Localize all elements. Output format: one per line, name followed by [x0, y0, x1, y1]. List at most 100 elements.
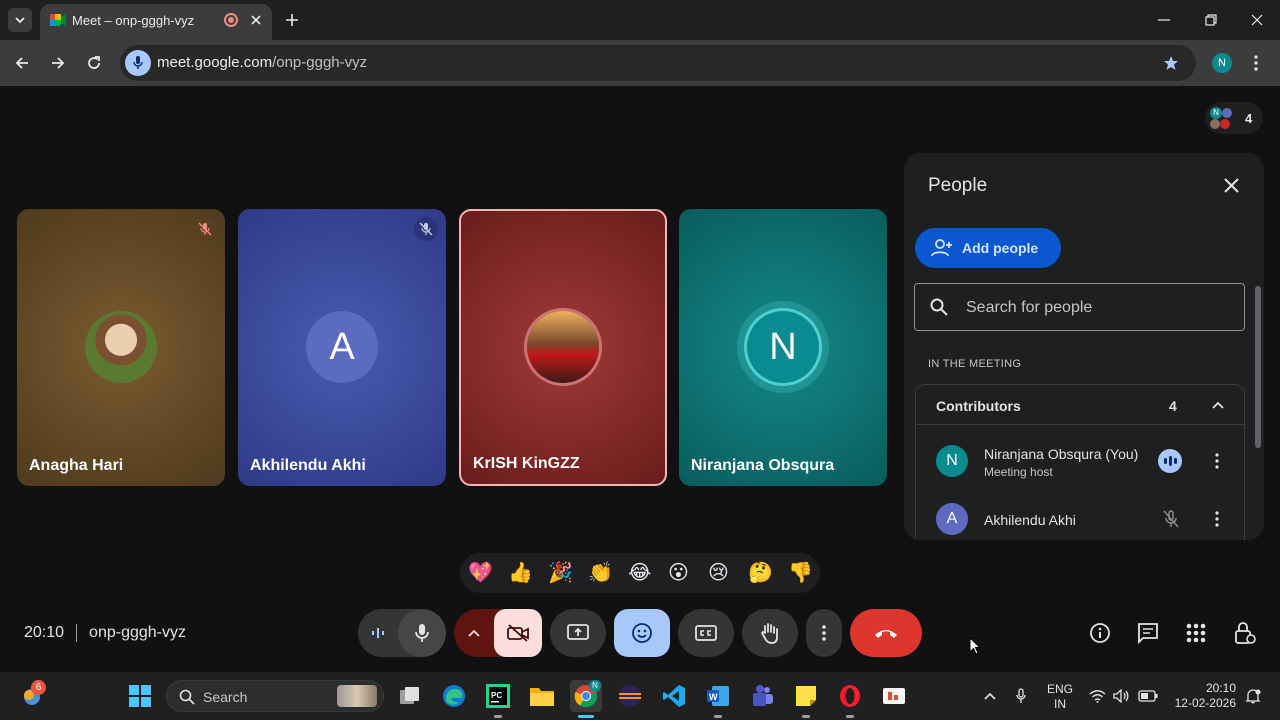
input-language-indicator[interactable]: ENG IN — [1043, 682, 1077, 712]
person-add-icon — [931, 239, 952, 257]
camera-control-group — [454, 609, 542, 657]
reaction-button[interactable]: 😮 — [668, 560, 689, 585]
pycharm-app[interactable]: PC — [482, 680, 514, 712]
camera-button[interactable] — [494, 609, 542, 657]
close-window-icon[interactable] — [1251, 14, 1263, 26]
more-options-button[interactable] — [806, 609, 842, 657]
reaction-button[interactable]: 👍 — [508, 560, 533, 585]
participant-tile[interactable]: N Niranjana Obsqura — [679, 209, 887, 486]
present-screen-icon — [567, 624, 589, 640]
mic-off-icon — [419, 222, 433, 236]
reaction-button[interactable]: 👏 — [588, 560, 613, 585]
sticky-notes-app[interactable] — [790, 680, 822, 712]
mic-button[interactable] — [398, 609, 446, 657]
participant-tile[interactable]: Anagha Hari — [17, 209, 225, 486]
show-hidden-icons-icon[interactable] — [984, 692, 996, 700]
camera-options-button[interactable] — [454, 609, 494, 657]
panel-title: People — [928, 175, 988, 196]
participant-name: Niranjana Obsqura — [691, 457, 835, 474]
taskbar-search-box[interactable]: Search — [166, 680, 384, 712]
leave-call-button[interactable] — [850, 609, 922, 657]
wifi-icon[interactable] — [1089, 689, 1106, 703]
host-controls-icon[interactable] — [1234, 621, 1256, 645]
member-row[interactable]: A Akhilendu Akhi — [916, 493, 1246, 540]
meeting-time: 20:10 — [24, 624, 65, 641]
eclipse-app[interactable] — [614, 680, 646, 712]
browser-tab-active[interactable]: Meet – onp-gggh-vyz — [40, 4, 272, 40]
edge-icon — [443, 685, 465, 707]
participant-tile-speaking[interactable]: KrISH KinGZZ — [459, 209, 667, 486]
forward-icon[interactable] — [50, 55, 66, 71]
raise-hand-button[interactable] — [742, 609, 798, 657]
opera-app[interactable] — [834, 680, 866, 712]
more-options-icon[interactable] — [1215, 453, 1219, 469]
close-panel-icon[interactable] — [1224, 178, 1239, 193]
notifications-icon[interactable] — [1245, 688, 1261, 704]
participants-chip[interactable]: N 4 — [1205, 102, 1263, 134]
reaction-button[interactable]: 👎 — [788, 560, 813, 585]
word-app[interactable]: W — [702, 680, 734, 712]
teams-app[interactable] — [746, 680, 778, 712]
clock[interactable]: 20:10 12-02-2026 — [1172, 681, 1236, 711]
group-label: Contributors — [936, 398, 1021, 414]
muted-badge — [414, 217, 438, 241]
contributors-header[interactable]: Contributors 4 — [916, 385, 1246, 425]
minimize-icon[interactable] — [1158, 19, 1170, 21]
activities-icon[interactable] — [1186, 623, 1206, 643]
file-explorer-app[interactable] — [526, 680, 558, 712]
captions-button[interactable] — [678, 609, 734, 657]
meeting-details-icon[interactable] — [1089, 622, 1111, 644]
member-row[interactable]: N Niranjana Obsqura (You) Meeting host — [916, 435, 1246, 487]
chrome-profile-badge: N — [589, 680, 601, 692]
profile-avatar[interactable]: N — [1212, 53, 1232, 73]
vscode-app[interactable] — [658, 680, 690, 712]
address-bar[interactable]: meet.google.com/onp-gggh-vyz — [120, 45, 1196, 81]
participant-mini-avatar: N — [1210, 107, 1222, 119]
member-avatar: N — [936, 445, 968, 477]
audio-settings-button[interactable] — [358, 609, 398, 657]
add-people-button[interactable]: Add people — [915, 228, 1061, 268]
search-people-input[interactable]: Search for people — [914, 283, 1245, 331]
panel-scrollbar[interactable] — [1255, 286, 1261, 448]
volume-icon[interactable] — [1113, 689, 1130, 703]
reaction-button[interactable]: 😢 — [708, 560, 729, 585]
meet-page: N 4 Anagha Hari A Akhilendu Akhi KrISH K… — [0, 86, 1280, 672]
bookmark-star-icon[interactable] — [1163, 55, 1179, 71]
word-icon: W — [707, 686, 729, 706]
meet-favicon-icon — [50, 13, 66, 27]
reaction-button[interactable]: 🤔 — [748, 560, 773, 585]
participant-tile[interactable]: A Akhilendu Akhi — [238, 209, 446, 486]
tab-search-button[interactable] — [8, 8, 32, 32]
microphone-in-use-icon[interactable] — [1015, 688, 1027, 704]
reactions-button[interactable] — [614, 609, 670, 657]
close-tab-icon[interactable] — [250, 14, 262, 26]
edge-app[interactable] — [438, 680, 470, 712]
svg-text:PC: PC — [491, 691, 502, 700]
search-icon — [930, 298, 948, 316]
reaction-button[interactable]: 💖 — [468, 560, 493, 585]
site-mic-permission-icon[interactable] — [125, 50, 151, 76]
new-tab-icon[interactable] — [285, 13, 299, 27]
reaction-button[interactable]: 😂 — [628, 560, 651, 585]
windows-taskbar: 6 Search PC N W ENG IN 20:10 12-02-2026 — [0, 672, 1280, 720]
reaction-button[interactable]: 🎉 — [548, 560, 573, 585]
restore-icon[interactable] — [1205, 14, 1217, 26]
battery-icon[interactable] — [1138, 690, 1158, 702]
start-button[interactable] — [124, 680, 156, 712]
browser-menu-icon[interactable] — [1254, 55, 1258, 71]
chevron-up-icon[interactable] — [1212, 401, 1224, 409]
task-view-button[interactable] — [394, 680, 426, 712]
meeting-code: onp-gggh-vyz — [89, 624, 186, 641]
more-options-icon[interactable] — [1215, 511, 1219, 527]
reactions-bar: 💖 👍 🎉 👏 😂 😮 😢 🤔 👎 — [460, 553, 820, 593]
present-button[interactable] — [550, 609, 606, 657]
url-host: meet.google.com — [157, 54, 273, 71]
reload-icon[interactable] — [86, 55, 102, 71]
chat-icon[interactable] — [1137, 622, 1159, 644]
member-role: Meeting host — [984, 465, 1053, 479]
powerpoint-app[interactable] — [878, 680, 910, 712]
back-icon[interactable] — [14, 55, 30, 71]
task-view-icon — [400, 687, 419, 704]
mic-control-group — [358, 609, 446, 657]
search-placeholder: Search for people — [966, 299, 1093, 316]
